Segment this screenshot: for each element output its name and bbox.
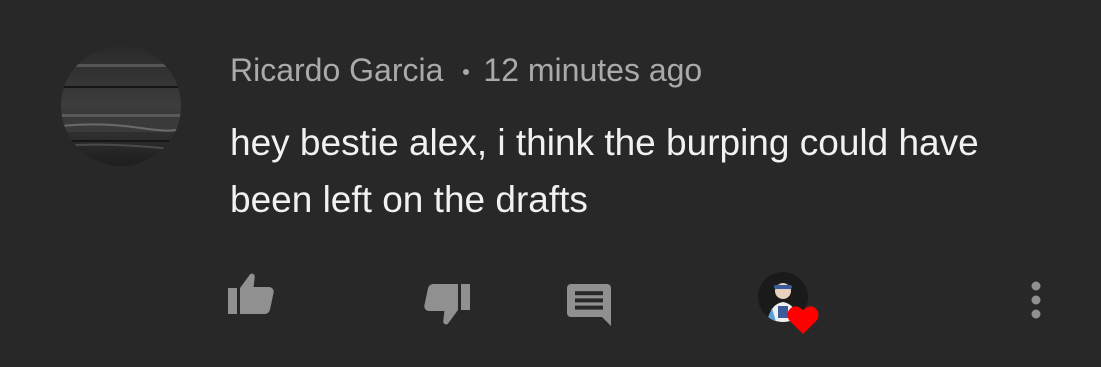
reply-button[interactable] (566, 282, 612, 328)
thumb-up-icon (228, 273, 274, 314)
dislike-button[interactable] (420, 282, 472, 328)
more-options-button[interactable] (1020, 276, 1052, 324)
avatar-image (61, 46, 181, 166)
comment-meta: Ricardo Garcia 12 minutes ago (230, 50, 702, 90)
user-avatar[interactable] (61, 46, 181, 166)
more-vertical-icon (1031, 281, 1041, 319)
separator-dot (463, 69, 470, 75)
creator-heart[interactable] (758, 272, 822, 336)
comment-reply-icon (567, 284, 611, 326)
comment-timestamp[interactable]: 12 minutes ago (483, 52, 702, 89)
thumb-down-icon (424, 284, 470, 325)
like-button[interactable] (226, 270, 278, 316)
comment-author[interactable]: Ricardo Garcia (230, 52, 443, 89)
comment-text: hey bestie alex, i think the burping cou… (230, 122, 979, 220)
creator-heart-icon (787, 306, 819, 334)
